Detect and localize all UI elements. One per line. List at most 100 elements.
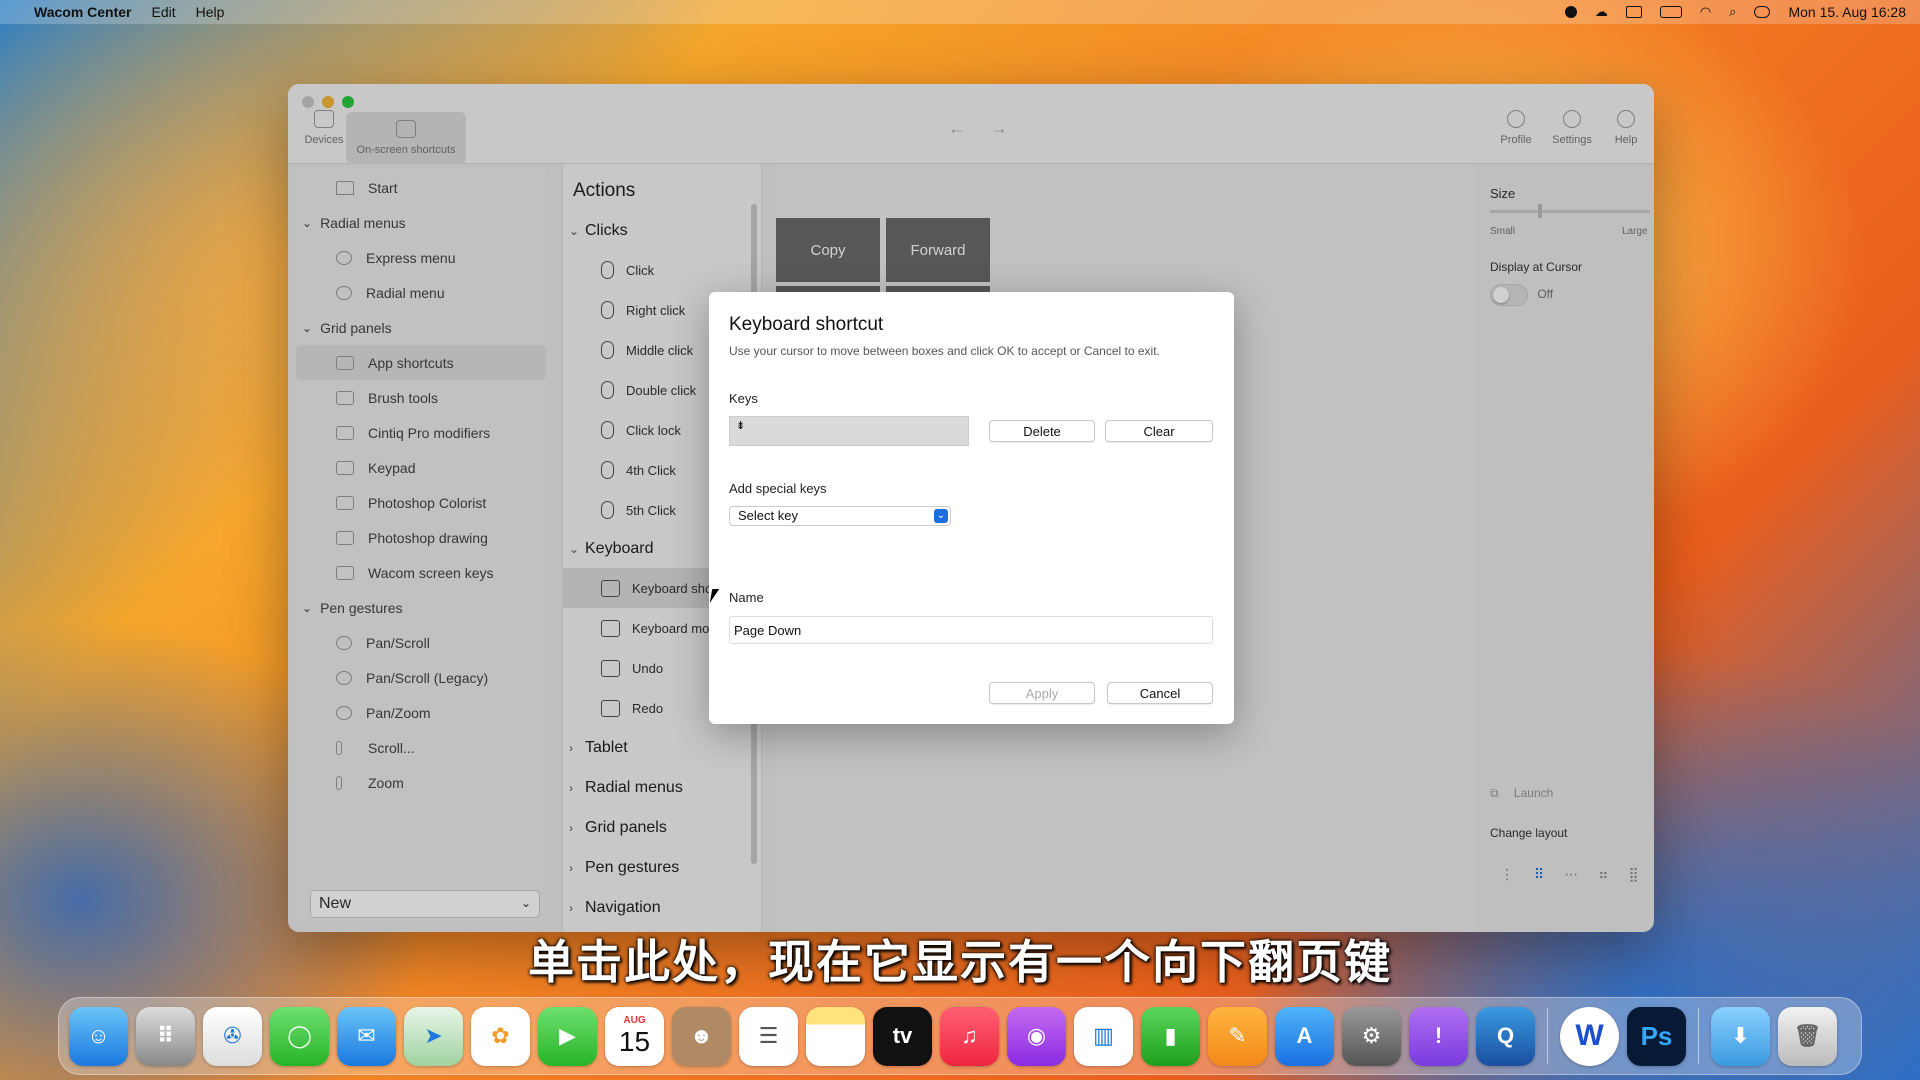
sidebar-item-scroll[interactable]: Scroll... [296, 730, 546, 765]
new-dropdown[interactable]: New ⌄ [310, 890, 540, 918]
reminders-icon[interactable]: ☰ [739, 1006, 798, 1066]
sidebar-item-zoom[interactable]: Zoom [296, 765, 546, 800]
sidebar-item-express-menu[interactable]: Express menu [296, 240, 546, 275]
display-icon[interactable] [1625, 6, 1642, 18]
back-arrow-icon[interactable]: ← [948, 118, 966, 139]
sidebar-item-pan-scroll[interactable]: Pan/Scroll [296, 625, 546, 660]
keynote-icon[interactable]: ▥ [1074, 1006, 1133, 1066]
feedback-icon[interactable]: ! [1409, 1006, 1468, 1066]
zoom-window-button[interactable] [342, 96, 354, 108]
finder-icon[interactable]: ☺ [69, 1006, 128, 1066]
onscreen-shortcuts-tab[interactable]: On-screen shortcuts [346, 112, 466, 164]
actions-section-tablet[interactable]: › Tablet [563, 728, 761, 768]
action-click[interactable]: Click [563, 250, 761, 290]
grid-icon [336, 355, 354, 370]
trash-icon[interactable]: 🗑 [1778, 1006, 1837, 1066]
mail-icon[interactable]: ✉ [337, 1006, 396, 1066]
sidebar-section-radial[interactable]: Radial menus [296, 205, 546, 240]
special-keys-select[interactable]: Select key ⌄ [729, 506, 951, 526]
numbers-icon[interactable]: ▮ [1141, 1006, 1200, 1066]
menu-edit[interactable]: Edit [152, 4, 176, 20]
launchpad-icon[interactable]: ⠿ [136, 1006, 195, 1066]
sidebar-item-radial-menu[interactable]: Radial menu [296, 275, 546, 310]
chevron-down-icon: ⌄ [569, 542, 580, 556]
help-button[interactable]: Help [1598, 110, 1654, 146]
photos-icon[interactable]: ✿ [471, 1006, 530, 1066]
display-at-cursor-toggle[interactable] [1490, 284, 1528, 306]
layout-vertical-icon[interactable]: ⋮ [1500, 866, 1514, 883]
tile-copy[interactable]: Copy [776, 218, 880, 282]
creative-cloud-icon[interactable]: ☁ [1595, 4, 1608, 20]
sidebar-item-pan-scroll-legacy[interactable]: Pan/Scroll (Legacy) [296, 660, 546, 695]
launch-button[interactable]: ⧉ Launch [1490, 786, 1553, 801]
photoshop-icon[interactable]: Ps [1627, 1006, 1686, 1066]
record-icon[interactable] [1564, 6, 1577, 18]
clear-button[interactable]: Clear [1105, 420, 1213, 442]
actions-section-grid-panels[interactable]: › Grid panels [563, 808, 761, 848]
menu-app-name[interactable]: Wacom Center [34, 4, 132, 20]
sidebar-item-photoshop-colorist[interactable]: Photoshop Colorist [296, 485, 546, 520]
layout-wide-grid-icon[interactable]: ⠶ [1598, 866, 1608, 883]
tile-forward[interactable]: Forward [886, 218, 990, 282]
sidebar-item-photoshop-drawing[interactable]: Photoshop drawing [296, 520, 546, 555]
name-field[interactable]: Page Down [729, 616, 1213, 644]
action-label: Undo [632, 660, 664, 676]
delete-button[interactable]: Delete [989, 420, 1095, 442]
mouse-icon [601, 341, 614, 359]
apply-button[interactable]: Apply [989, 682, 1095, 704]
system-settings-icon[interactable]: ⚙ [1342, 1006, 1401, 1066]
podcasts-icon[interactable]: ◉ [1007, 1006, 1066, 1066]
layout-horizontal-icon[interactable]: ⋯ [1564, 866, 1578, 883]
forward-arrow-icon[interactable]: → [990, 118, 1008, 139]
cancel-button[interactable]: Cancel [1107, 682, 1213, 704]
clock[interactable]: Mon 15. Aug 16:28 [1788, 4, 1906, 20]
apple-tv-icon[interactable]: tv [873, 1006, 932, 1066]
maps-icon[interactable]: ➤ [404, 1006, 463, 1066]
size-slider[interactable] [1490, 210, 1650, 213]
sidebar-item-pan-zoom[interactable]: Pan/Zoom [296, 695, 546, 730]
layout-full-grid-icon[interactable]: ⣿ [1629, 866, 1639, 883]
notes-icon[interactable] [806, 1006, 865, 1066]
size-label: Size [1490, 186, 1516, 201]
sidebar-section-grid[interactable]: Grid panels [296, 310, 546, 345]
calendar-icon[interactable]: AUG 15 [605, 1006, 664, 1066]
messages-icon[interactable]: ◯ [270, 1006, 329, 1066]
downloads-folder-icon[interactable]: ⬇ [1711, 1006, 1770, 1066]
devices-tab[interactable]: Devices [296, 110, 352, 146]
sidebar-item-cintiq[interactable]: Cintiq Pro modifiers [296, 415, 546, 450]
wifi-icon[interactable]: ◠ [1700, 4, 1711, 20]
sidebar-section-pen[interactable]: Pen gestures [296, 590, 546, 625]
minimize-window-button[interactable] [322, 96, 334, 108]
sidebar-item-label: App shortcuts [368, 354, 454, 371]
actions-section-clicks[interactable]: ⌄ Clicks [563, 212, 761, 250]
chevron-right-icon: › [569, 821, 573, 835]
wacom-center-icon[interactable]: W [1560, 1006, 1619, 1066]
spotlight-search-icon[interactable]: ⌕ [1729, 4, 1736, 20]
keys-field[interactable]: ⇟ [729, 416, 969, 446]
sidebar-item-label: Scroll... [368, 739, 415, 756]
facetime-icon[interactable]: ▶ [538, 1006, 597, 1066]
safari-icon[interactable]: ✇ [203, 1006, 262, 1066]
quicktime-icon[interactable]: Q [1476, 1006, 1535, 1066]
sidebar-item-brush-tools[interactable]: Brush tools [296, 380, 546, 415]
contacts-icon[interactable]: ☻ [672, 1006, 731, 1066]
music-icon[interactable]: ♫ [940, 1006, 999, 1066]
actions-section-radial-menus[interactable]: › Radial menus [563, 768, 761, 808]
app-store-icon[interactable]: A [1275, 1006, 1334, 1066]
layout-grid-icon[interactable]: ⠿ [1534, 866, 1544, 883]
actions-section-pen-gestures[interactable]: › Pen gestures [563, 848, 761, 888]
sidebar-item-keypad[interactable]: Keypad [296, 450, 546, 485]
settings-button[interactable]: Settings [1544, 110, 1600, 146]
battery-icon[interactable] [1659, 6, 1682, 18]
profile-button[interactable]: Profile [1488, 110, 1544, 146]
sidebar-item-start[interactable]: Start [296, 170, 546, 205]
sidebar-item-app-shortcuts[interactable]: App shortcuts [296, 345, 546, 380]
sidebar-item-screen-keys[interactable]: Wacom screen keys [296, 555, 546, 590]
close-window-button[interactable] [302, 96, 314, 108]
size-slider-thumb[interactable] [1538, 204, 1542, 218]
menu-help[interactable]: Help [196, 4, 225, 20]
pages-icon[interactable]: ✎ [1208, 1006, 1267, 1066]
actions-section-navigation[interactable]: › Navigation [563, 888, 761, 928]
grid-icon [336, 425, 354, 440]
control-center-icon[interactable] [1754, 6, 1771, 18]
